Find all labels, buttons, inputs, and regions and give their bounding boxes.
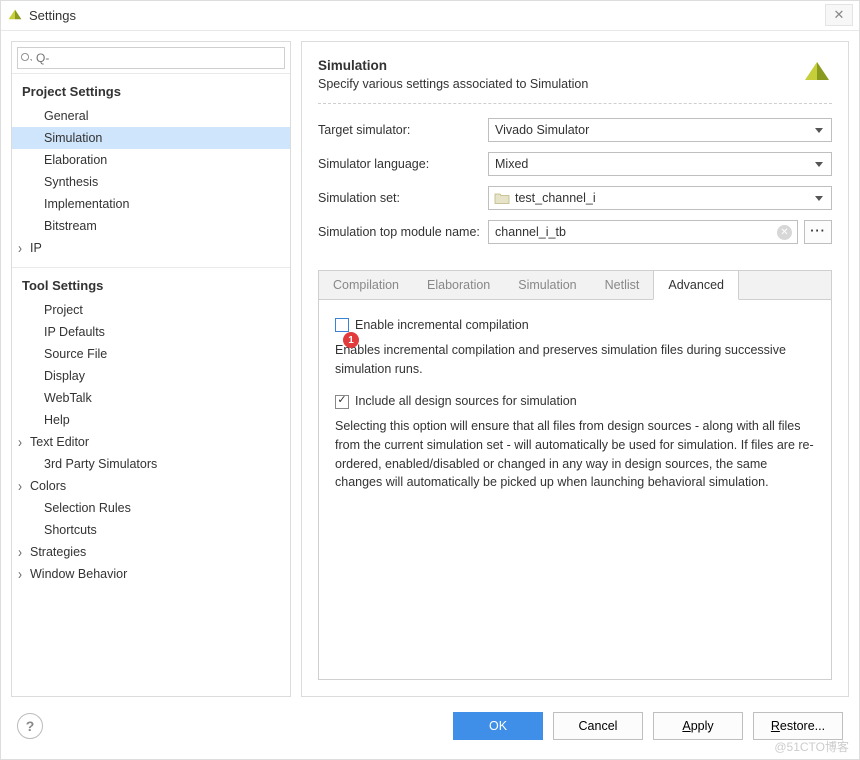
target-simulator-label: Target simulator: [318, 123, 488, 137]
simulation-set-value: test_channel_i [515, 191, 596, 205]
enable-incremental-desc: Enables incremental compilation and pres… [335, 341, 815, 379]
settings-window: Settings ✕ Project Settings GeneralSimul… [0, 0, 860, 760]
sidebar-item-project[interactable]: Project [12, 299, 290, 321]
dialog-body: Project Settings GeneralSimulationElabor… [1, 31, 859, 707]
sidebar-item-text-editor[interactable]: Text Editor [12, 431, 290, 453]
sidebar-item-3rd-party-simulators[interactable]: 3rd Party Simulators [12, 453, 290, 475]
sidebar-item-strategies[interactable]: Strategies [12, 541, 290, 563]
sim-top-module-label: Simulation top module name: [318, 225, 488, 239]
dialog-footer: ? OK Cancel Apply Restore... @51CTO博客 [1, 707, 859, 759]
ok-button[interactable]: OK [453, 712, 543, 740]
app-logo-icon [7, 8, 23, 24]
tab-netlist[interactable]: Netlist [591, 271, 654, 299]
close-icon: ✕ [834, 7, 845, 23]
target-simulator-value: Vivado Simulator [495, 123, 589, 137]
sim-top-module-input[interactable] [495, 223, 771, 241]
include-all-sources-checkbox[interactable] [335, 395, 349, 409]
search-input[interactable] [17, 47, 285, 69]
cancel-button[interactable]: Cancel [553, 712, 643, 740]
sidebar-item-display[interactable]: Display [12, 365, 290, 387]
sidebar-item-general[interactable]: General [12, 105, 290, 127]
watermark-text: @51CTO博客 [774, 738, 849, 755]
sidebar-item-elaboration[interactable]: Elaboration [12, 149, 290, 171]
tabstrip: CompilationElaborationSimulationNetlistA… [319, 271, 831, 300]
sidebar-item-colors[interactable]: Colors [12, 475, 290, 497]
include-all-sources-label: Include all design sources for simulatio… [355, 392, 577, 411]
settings-panel: Simulation Specify various settings asso… [301, 41, 849, 697]
sim-top-module-field-wrap: ✕ [488, 220, 798, 244]
sidebar-item-shortcuts[interactable]: Shortcuts [12, 519, 290, 541]
sidebar-item-simulation[interactable]: Simulation [12, 127, 290, 149]
simulation-set-label: Simulation set: [318, 191, 488, 205]
sidebar-item-help[interactable]: Help [12, 409, 290, 431]
simulator-language-select[interactable]: Mixed [488, 152, 832, 176]
target-simulator-select[interactable]: Vivado Simulator [488, 118, 832, 142]
panel-header: Simulation Specify various settings asso… [318, 58, 832, 104]
window-close-button[interactable]: ✕ [825, 4, 853, 26]
clear-input-icon[interactable]: ✕ [777, 225, 792, 240]
sidebar-item-ip-defaults[interactable]: IP Defaults [12, 321, 290, 343]
folder-icon [494, 191, 510, 208]
sidebar-item-bitstream[interactable]: Bitstream [12, 215, 290, 237]
tab-elaboration[interactable]: Elaboration [413, 271, 504, 299]
section-header-project: Project Settings [12, 73, 290, 105]
sidebar-item-implementation[interactable]: Implementation [12, 193, 290, 215]
sidebar-item-ip[interactable]: IP [12, 237, 290, 259]
sidebar-item-synthesis[interactable]: Synthesis [12, 171, 290, 193]
simulation-set-select[interactable]: test_channel_i [488, 186, 832, 210]
browse-module-button[interactable]: ··· [804, 220, 832, 244]
annotation-badge-1: 1 [343, 332, 359, 348]
tab-advanced[interactable]: Advanced [653, 271, 739, 300]
panel-title: Simulation [318, 58, 588, 73]
include-all-sources-desc: Selecting this option will ensure that a… [335, 417, 815, 492]
enable-incremental-label: Enable incremental compilation [355, 316, 529, 335]
titlebar: Settings ✕ [1, 1, 859, 31]
panel-subtitle: Specify various settings associated to S… [318, 77, 588, 91]
restore-button[interactable]: Restore... [753, 712, 843, 740]
options-tabs-frame: CompilationElaborationSimulationNetlistA… [318, 270, 832, 680]
help-button[interactable]: ? [17, 713, 43, 739]
tool-settings-tree: ProjectIP DefaultsSource FileDisplayWebT… [12, 299, 290, 593]
tab-compilation[interactable]: Compilation [319, 271, 413, 299]
window-title: Settings [29, 8, 76, 23]
simulator-language-value: Mixed [495, 157, 528, 171]
vivado-logo-icon [802, 58, 832, 91]
simulator-language-label: Simulator language: [318, 157, 488, 171]
sidebar-item-window-behavior[interactable]: Window Behavior [12, 563, 290, 585]
apply-button[interactable]: Apply [653, 712, 743, 740]
sidebar-item-source-file[interactable]: Source File [12, 343, 290, 365]
sidebar: Project Settings GeneralSimulationElabor… [11, 41, 291, 697]
tab-content-advanced: Enable incremental compilation 1 Enables… [319, 300, 831, 522]
section-header-tool: Tool Settings [12, 267, 290, 299]
project-settings-tree: GeneralSimulationElaborationSynthesisImp… [12, 105, 290, 267]
tab-simulation[interactable]: Simulation [504, 271, 590, 299]
sidebar-item-webtalk[interactable]: WebTalk [12, 387, 290, 409]
enable-incremental-checkbox[interactable] [335, 318, 349, 332]
sidebar-item-selection-rules[interactable]: Selection Rules [12, 497, 290, 519]
simulation-form: Target simulator: Vivado Simulator Simul… [318, 104, 832, 260]
